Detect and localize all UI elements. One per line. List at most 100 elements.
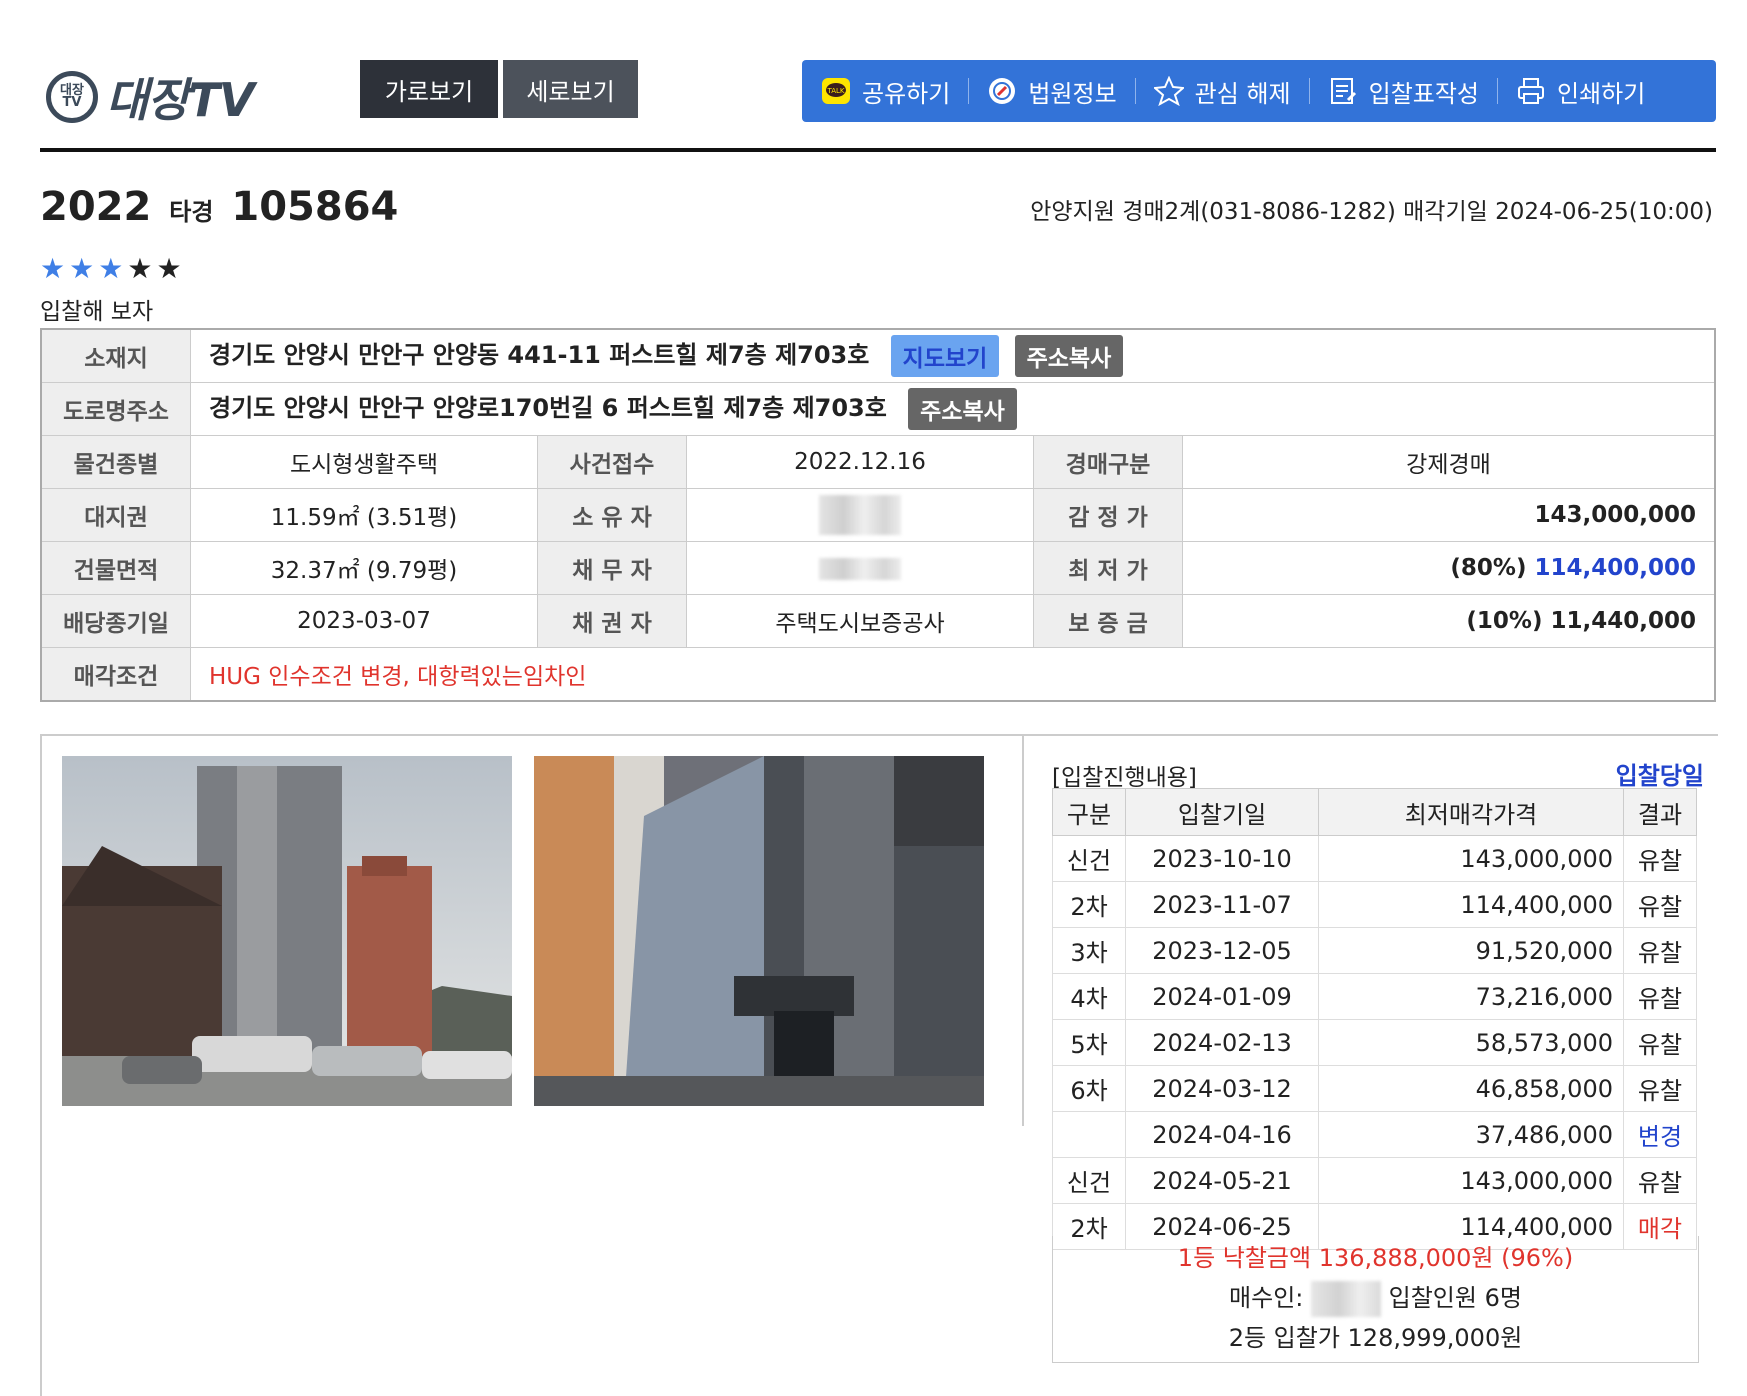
redacted-name [819,557,901,580]
col-result: 결과 [1623,788,1697,836]
sale-result-summary: 1등 낙찰금액 136,888,000원 (96%) 매수인: 입찰인원 6명 … [1052,1236,1699,1363]
vertical-view-button[interactable]: 세로보기 [503,60,638,118]
bid-result-changed[interactable]: 변경 [1623,1111,1697,1158]
bid-round: 3차 [1052,927,1126,974]
bid-price: 143,000,000 [1318,835,1624,882]
table-row: 5차 2024-02-13 58,573,000 유찰 [1052,1019,1697,1066]
minimum-price-percent: (80%) [1450,555,1527,581]
share-button[interactable]: TALK 공유하기 [802,60,968,122]
table-row: 신건 2023-10-10 143,000,000 유찰 [1052,835,1697,882]
unfavorite-button[interactable]: 관심 해제 [1134,60,1309,122]
bid-round: 신건 [1052,835,1126,882]
bid-result: 유찰 [1623,835,1697,882]
property-type-value: 도시형생활주택 [190,435,538,489]
sale-condition-row: 매각조건 HUG 인수조건 변경, 대항력있는임차인 [40,647,1716,702]
redacted-buyer [1311,1281,1381,1317]
deposit-value: 11,440,000 [1550,608,1696,634]
table-row: 2차 2023-11-07 114,400,000 유찰 [1052,881,1697,928]
location-row: 소재지 경기도 안양시 만안구 안양동 441-11 퍼스트힐 제7층 제703… [40,328,1716,383]
bid-price: 46,858,000 [1318,1065,1624,1112]
court-info-label: 법원정보 [1028,79,1117,108]
property-type-label: 물건종별 [40,435,191,489]
bid-form-button[interactable]: 입찰표작성 [1308,60,1497,122]
minimum-price-label: 최 저 가 [1033,541,1183,595]
bid-date: 2023-10-10 [1125,835,1319,882]
property-photo-exterior[interactable] [62,756,512,1106]
copy-address-button[interactable]: 주소복사 [1014,335,1124,378]
bid-date: 2023-12-05 [1125,927,1319,974]
svg-text:TALK: TALK [826,87,844,95]
col-date: 입찰기일 [1125,788,1319,836]
user-memo: 입찰해 보자 [40,299,154,325]
winning-bid: 1등 낙찰금액 136,888,000원 (96%) [1177,1244,1574,1272]
copy-road-address-button[interactable]: 주소복사 [908,388,1017,431]
star-filled-icon[interactable]: ★ [40,252,69,285]
action-toolbar: TALK 공유하기 법원정보 관심 해제 입찰표작성 인쇄하기 [802,60,1716,122]
appraisal-label: 감 정 가 [1033,488,1183,542]
bid-form-icon [1327,76,1359,106]
bid-result: 유찰 [1623,881,1697,928]
creditor-value: 주택도시보증공사 [686,594,1034,648]
bid-price: 73,216,000 [1318,973,1624,1020]
print-button[interactable]: 인쇄하기 [1497,60,1663,122]
case-serial: 105864 [231,184,399,230]
bid-round: 6차 [1052,1065,1126,1112]
sale-condition-value: HUG 인수조건 변경, 대항력있는임차인 [190,647,1716,702]
location-label: 소재지 [40,328,191,383]
land-right-value: 11.59㎡ (3.51평) [190,488,538,542]
table-header: 구분 입찰기일 최저매각가격 결과 [1052,788,1697,836]
star-filled-icon[interactable]: ★ [69,252,98,285]
print-label: 인쇄하기 [1557,79,1646,108]
debtor-label: 채 무 자 [537,541,687,595]
star-filled-icon[interactable]: ★ [98,252,127,285]
road-address-row: 도로명주소 경기도 안양시 만안구 안양로170번길 6 퍼스트힐 제7층 제7… [40,382,1716,436]
bid-result: 유찰 [1623,1065,1697,1112]
bid-form-label: 입찰표작성 [1368,79,1480,108]
bid-date: 2023-11-07 [1125,881,1319,928]
logo-text: 대장TV [106,73,255,127]
info-row: 대지권 11.59㎡ (3.51평) 소 유 자 감 정 가 143,000,0… [40,488,1716,542]
horizontal-view-button[interactable]: 가로보기 [360,60,498,118]
property-info-table: 소재지 경기도 안양시 만안구 안양동 441-11 퍼스트힐 제7층 제703… [40,328,1716,702]
minimum-price-value: 114,400,000 [1534,555,1696,581]
info-row: 배당종기일 2023-03-07 채 권 자 주택도시보증공사 보 증 금 (1… [40,594,1716,648]
dividend-deadline-label: 배당종기일 [40,594,191,648]
bid-price: 114,400,000 [1318,881,1624,928]
table-row: 2024-04-16 37,486,000 변경 [1052,1111,1697,1158]
property-photo-entrance[interactable] [534,756,984,1106]
sale-condition-label: 매각조건 [40,647,191,702]
auction-type-label: 경매구분 [1033,435,1183,489]
col-min-price: 최저매각가격 [1318,788,1624,836]
bidder-count: 입찰인원 6명 [1388,1284,1522,1312]
table-row: 6차 2024-03-12 46,858,000 유찰 [1052,1065,1697,1112]
case-received-value: 2022.12.16 [686,435,1034,489]
rating-stars[interactable]: ★★★★★ [40,252,186,285]
bid-result: 유찰 [1623,1157,1697,1204]
table-row: 4차 2024-01-09 73,216,000 유찰 [1052,973,1697,1020]
printer-icon [1515,76,1547,106]
minimum-price-cell: (80%) 114,400,000 [1182,541,1716,595]
bid-date: 2024-01-09 [1125,973,1319,1020]
site-logo[interactable]: 대장 TV 대장TV [46,64,255,130]
court-schedule-info: 안양지원 경매2계(031-8086-1282) 매각기일 2024-06-25… [1030,199,1713,225]
case-received-label: 사건접수 [537,435,687,489]
col-round: 구분 [1052,788,1126,836]
map-view-button[interactable]: 지도보기 [890,335,1000,378]
info-row: 건물면적 32.37㎡ (9.79평) 채 무 자 최 저 가 (80%) 11… [40,541,1716,595]
bid-history-table: 구분 입찰기일 최저매각가격 결과 신건 2023-10-10 143,000,00… [1052,788,1697,1250]
bid-progress-title: [입찰진행내용] [1052,765,1197,791]
bid-price: 58,573,000 [1318,1019,1624,1066]
star-icon[interactable]: ★ [127,252,156,285]
second-bid: 2등 입찰가 128,999,000원 [1228,1324,1523,1352]
case-number: 2022 타경 105864 [40,184,398,230]
star-icon[interactable]: ★ [156,252,185,285]
table-row: 3차 2023-12-05 91,520,000 유찰 [1052,927,1697,974]
bid-result: 유찰 [1623,973,1697,1020]
owner-label: 소 유 자 [537,488,687,542]
land-right-label: 대지권 [40,488,191,542]
bid-day-link[interactable]: 입찰당일 [1616,756,1704,791]
bid-result: 유찰 [1623,927,1697,974]
court-info-button[interactable]: 법원정보 [968,60,1134,122]
redacted-name [819,495,901,535]
bid-price: 37,486,000 [1318,1111,1624,1158]
